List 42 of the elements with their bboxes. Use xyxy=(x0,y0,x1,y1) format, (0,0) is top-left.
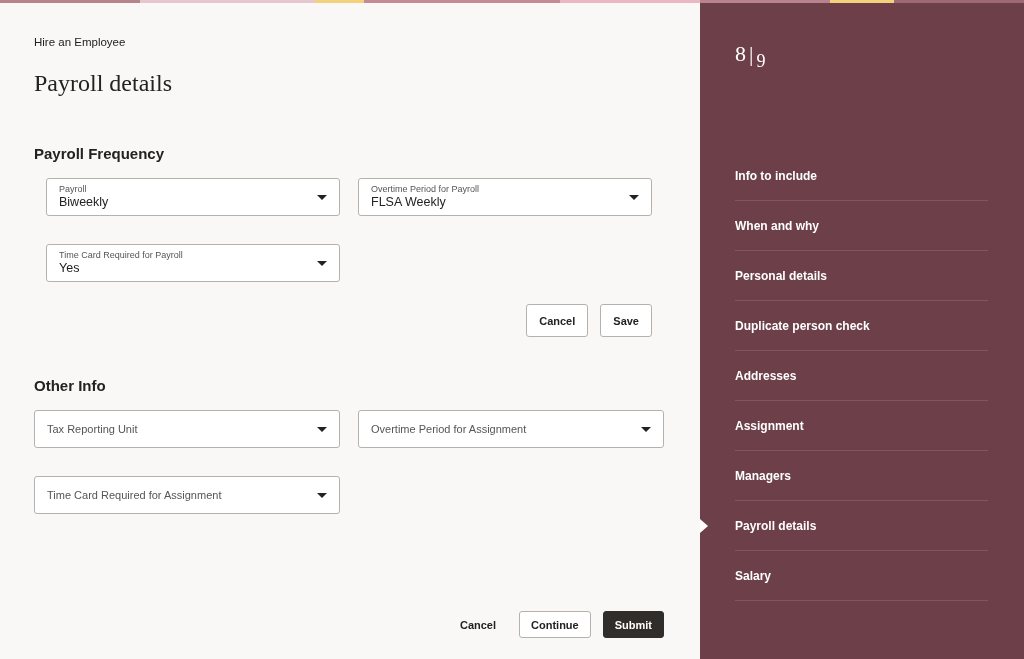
cancel-link[interactable]: Cancel xyxy=(448,611,508,638)
field-label: Tax Reporting Unit xyxy=(47,423,139,435)
breadcrumb: Hire an Employee xyxy=(34,36,127,48)
field-value: Biweekly xyxy=(59,195,110,210)
step-link[interactable]: Assignment xyxy=(700,401,988,451)
caret-icon xyxy=(641,426,651,432)
caret-icon xyxy=(317,260,327,266)
dropdown-field[interactable]: Time Card Required for Payroll Yes xyxy=(46,244,340,282)
step-link[interactable]: Addresses xyxy=(700,351,988,401)
step-link[interactable]: Managers xyxy=(700,451,988,501)
step-link[interactable]: Salary xyxy=(700,551,988,601)
submit-button[interactable]: Submit xyxy=(602,611,664,638)
section-heading: Other Info xyxy=(34,377,107,394)
step-link[interactable]: Personal details xyxy=(700,251,988,301)
save-button[interactable]: Save xyxy=(600,304,652,337)
step-link[interactable]: Duplicate person check xyxy=(700,301,988,351)
total-steps: 9 xyxy=(756,51,766,72)
caret-icon xyxy=(317,426,327,432)
caret-icon xyxy=(629,194,639,200)
field-label: Overtime Period for Payroll xyxy=(371,184,481,195)
dropdown-field[interactable]: Tax Reporting Unit xyxy=(34,410,340,448)
field-label: Overtime Period for Assignment xyxy=(371,423,528,435)
field-label: Time Card Required for Assignment xyxy=(47,489,223,501)
caret-icon xyxy=(317,194,327,200)
field-value: Yes xyxy=(59,261,81,276)
caret-icon xyxy=(317,492,327,498)
step-link[interactable]: When and why xyxy=(700,201,988,251)
step-link[interactable]: Info to include xyxy=(700,151,988,201)
step-link[interactable]: Payroll details xyxy=(700,501,988,551)
cancel-button[interactable]: Cancel xyxy=(526,304,589,337)
field-value: FLSA Weekly xyxy=(371,195,447,210)
dropdown-field[interactable]: Payroll Biweekly xyxy=(46,178,340,216)
page-title: Payroll details xyxy=(34,70,173,97)
field-label: Payroll xyxy=(59,184,88,195)
section-heading: Payroll Frequency xyxy=(34,145,166,162)
dropdown-field[interactable]: Time Card Required for Assignment xyxy=(34,476,340,514)
step-separator: | xyxy=(749,41,754,67)
continue-button[interactable]: Continue xyxy=(519,611,591,638)
dropdown-field[interactable]: Overtime Period for Assignment xyxy=(358,410,664,448)
dropdown-field[interactable]: Overtime Period for Payroll FLSA Weekly xyxy=(358,178,652,216)
current-step-number: 8 xyxy=(735,41,746,67)
field-label: Time Card Required for Payroll xyxy=(59,250,184,261)
